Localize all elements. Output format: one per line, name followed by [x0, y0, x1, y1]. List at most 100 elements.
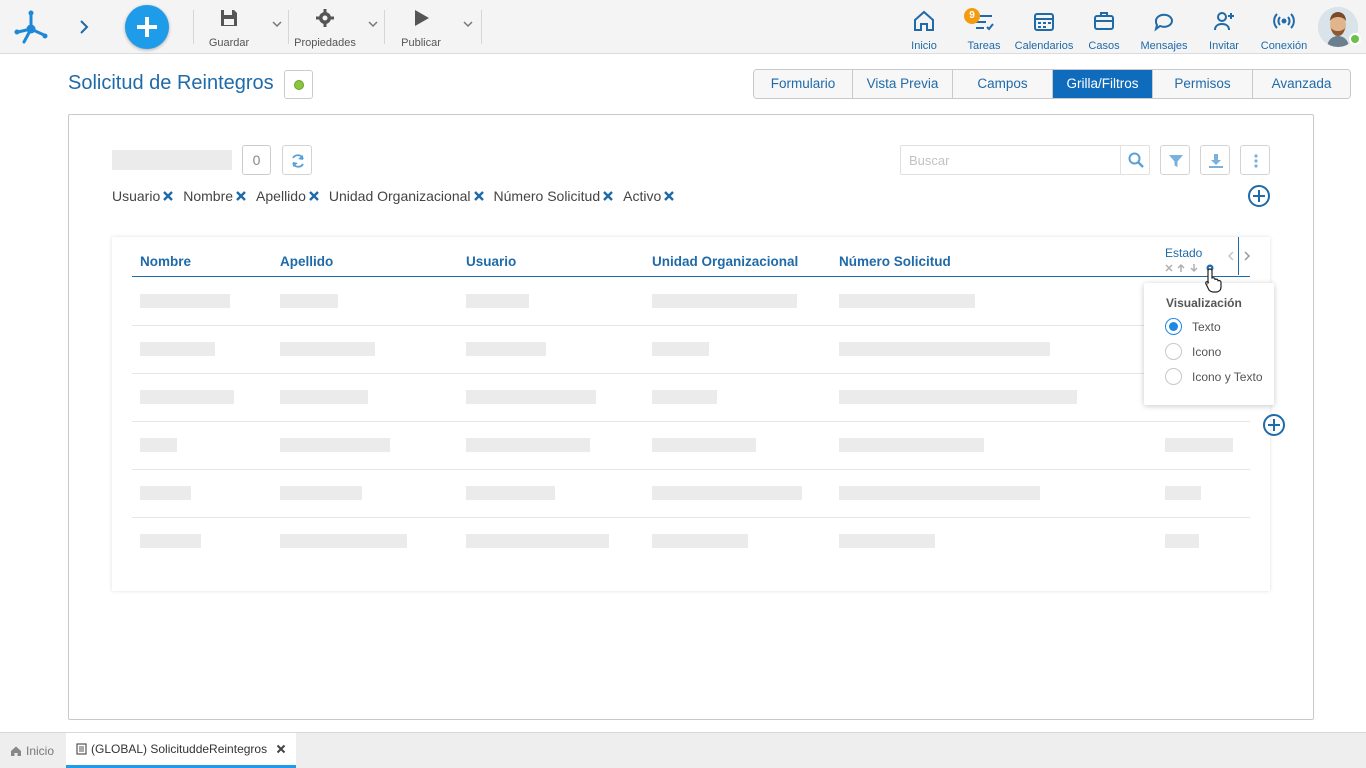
- cell-placeholder: [140, 342, 215, 356]
- cell-placeholder: [652, 390, 717, 404]
- toolbar-divider: [384, 10, 385, 44]
- cell-placeholder: [140, 486, 191, 500]
- briefcase-icon: [1094, 12, 1114, 30]
- add-column-icon[interactable]: [1262, 413, 1286, 437]
- document-icon: [76, 743, 87, 755]
- tab-avanzada[interactable]: Avanzada: [1253, 70, 1350, 98]
- tab-formulario[interactable]: Formulario: [754, 70, 853, 98]
- cell-placeholder: [652, 486, 802, 500]
- more-options-button[interactable]: [1240, 145, 1270, 175]
- nav-tasks-label: Tareas: [967, 40, 1001, 52]
- radio-unselected[interactable]: [1165, 343, 1182, 360]
- cell-placeholder: [652, 294, 797, 308]
- nav-cases[interactable]: Casos: [1086, 9, 1122, 52]
- cell-placeholder: [140, 390, 234, 404]
- scroll-right-icon[interactable]: [1242, 250, 1252, 262]
- column-header[interactable]: Unidad Organizacional: [652, 254, 798, 269]
- properties-dropdown-icon[interactable]: [367, 18, 379, 30]
- remove-filter-icon[interactable]: [308, 190, 320, 202]
- radio-unselected[interactable]: [1165, 368, 1182, 385]
- download-button[interactable]: [1200, 145, 1230, 175]
- cell-placeholder: [280, 438, 390, 452]
- tab-campos[interactable]: Campos: [953, 70, 1053, 98]
- nav-messages-label: Mensajes: [1140, 40, 1188, 52]
- toolbar-divider: [481, 10, 482, 44]
- cell-placeholder: [652, 342, 709, 356]
- nav-connection-label: Conexión: [1260, 40, 1308, 52]
- nav-calendars[interactable]: Calendarios: [1014, 9, 1074, 52]
- column-header[interactable]: Número Solicitud: [839, 254, 951, 269]
- column-header-estado[interactable]: Estado: [1165, 246, 1202, 260]
- remove-filter-icon[interactable]: [235, 190, 247, 202]
- broadcast-icon: [1273, 13, 1295, 29]
- refresh-button[interactable]: [282, 145, 312, 175]
- cell-placeholder: [280, 390, 368, 404]
- status-indicator: [294, 80, 304, 90]
- sort-desc-icon[interactable]: [1190, 264, 1198, 273]
- radio-selected[interactable]: [1165, 318, 1182, 335]
- nav-connection[interactable]: Conexión: [1259, 9, 1309, 52]
- save-button[interactable]: Guardar: [207, 8, 251, 49]
- cell-placeholder: [140, 438, 177, 452]
- tab-vista-previa[interactable]: Vista Previa: [853, 70, 953, 98]
- nav-home-label: Inicio: [911, 40, 937, 52]
- publish-button[interactable]: Publicar: [398, 8, 444, 49]
- filter-button[interactable]: [1160, 145, 1190, 175]
- option-icono-y-texto[interactable]: Icono y Texto: [1165, 368, 1263, 385]
- bottom-tab-document-label: (GLOBAL) SolicituddeReintegros: [91, 742, 268, 756]
- option-texto[interactable]: Texto: [1165, 318, 1221, 335]
- save-dropdown-icon[interactable]: [271, 18, 283, 30]
- cell-placeholder: [280, 486, 362, 500]
- app-logo-icon[interactable]: [12, 8, 50, 46]
- filter-chip-label: Nombre: [183, 188, 234, 204]
- remove-column-icon[interactable]: [1165, 264, 1173, 272]
- status-toggle-button[interactable]: [284, 70, 313, 99]
- search-input[interactable]: [901, 146, 1120, 174]
- filter-icon: [1169, 155, 1183, 167]
- cell-placeholder: [466, 534, 609, 548]
- sort-asc-icon[interactable]: [1177, 263, 1185, 272]
- remove-filter-icon[interactable]: [663, 190, 675, 202]
- scroll-left-icon[interactable]: [1226, 250, 1236, 262]
- close-tab-icon[interactable]: [276, 744, 286, 754]
- grid-header-line: [132, 276, 1250, 277]
- nav-cases-label: Casos: [1088, 40, 1120, 52]
- home-icon: [914, 10, 934, 31]
- add-filter-icon[interactable]: [1247, 184, 1271, 208]
- record-count: 0: [242, 145, 271, 175]
- nav-home[interactable]: Inicio: [906, 9, 942, 52]
- cell-placeholder: [280, 534, 407, 548]
- row-divider: [132, 373, 1250, 374]
- remove-filter-icon[interactable]: [602, 190, 614, 202]
- bottom-tab-document[interactable]: (GLOBAL) SolicituddeReintegros: [66, 733, 296, 768]
- cell-placeholder: [839, 294, 975, 308]
- column-header[interactable]: Usuario: [466, 254, 516, 269]
- cell-placeholder: [140, 534, 201, 548]
- chat-bubble-icon: [1154, 13, 1173, 32]
- save-icon: [221, 10, 237, 26]
- row-divider: [132, 469, 1250, 470]
- bottom-tab-home-label: Inicio: [26, 744, 55, 758]
- add-new-button[interactable]: [125, 5, 169, 49]
- option-icono[interactable]: Icono: [1165, 343, 1221, 360]
- column-header[interactable]: Nombre: [140, 254, 191, 269]
- add-user-icon: [1214, 12, 1234, 31]
- cell-placeholder: [1165, 486, 1201, 500]
- tab-permisos[interactable]: Permisos: [1153, 70, 1253, 98]
- cell-placeholder: [652, 534, 748, 548]
- remove-filter-icon[interactable]: [473, 190, 485, 202]
- nav-invite[interactable]: Invitar: [1205, 9, 1243, 52]
- search-icon: [1128, 152, 1144, 168]
- properties-button[interactable]: Propiedades: [292, 8, 358, 49]
- remove-filter-icon[interactable]: [162, 190, 174, 202]
- search-button[interactable]: [1120, 146, 1150, 174]
- column-header[interactable]: Apellido: [280, 254, 333, 269]
- nav-messages[interactable]: Mensajes: [1138, 9, 1190, 52]
- expand-menu-icon[interactable]: [76, 16, 92, 38]
- home-icon: [11, 746, 21, 756]
- publish-dropdown-icon[interactable]: [462, 18, 474, 30]
- cell-placeholder: [466, 294, 529, 308]
- bottom-tab-home[interactable]: Inicio: [10, 733, 66, 768]
- column-resize-handle[interactable]: [1238, 237, 1239, 275]
- tab-grilla-filtros[interactable]: Grilla/Filtros: [1053, 70, 1153, 98]
